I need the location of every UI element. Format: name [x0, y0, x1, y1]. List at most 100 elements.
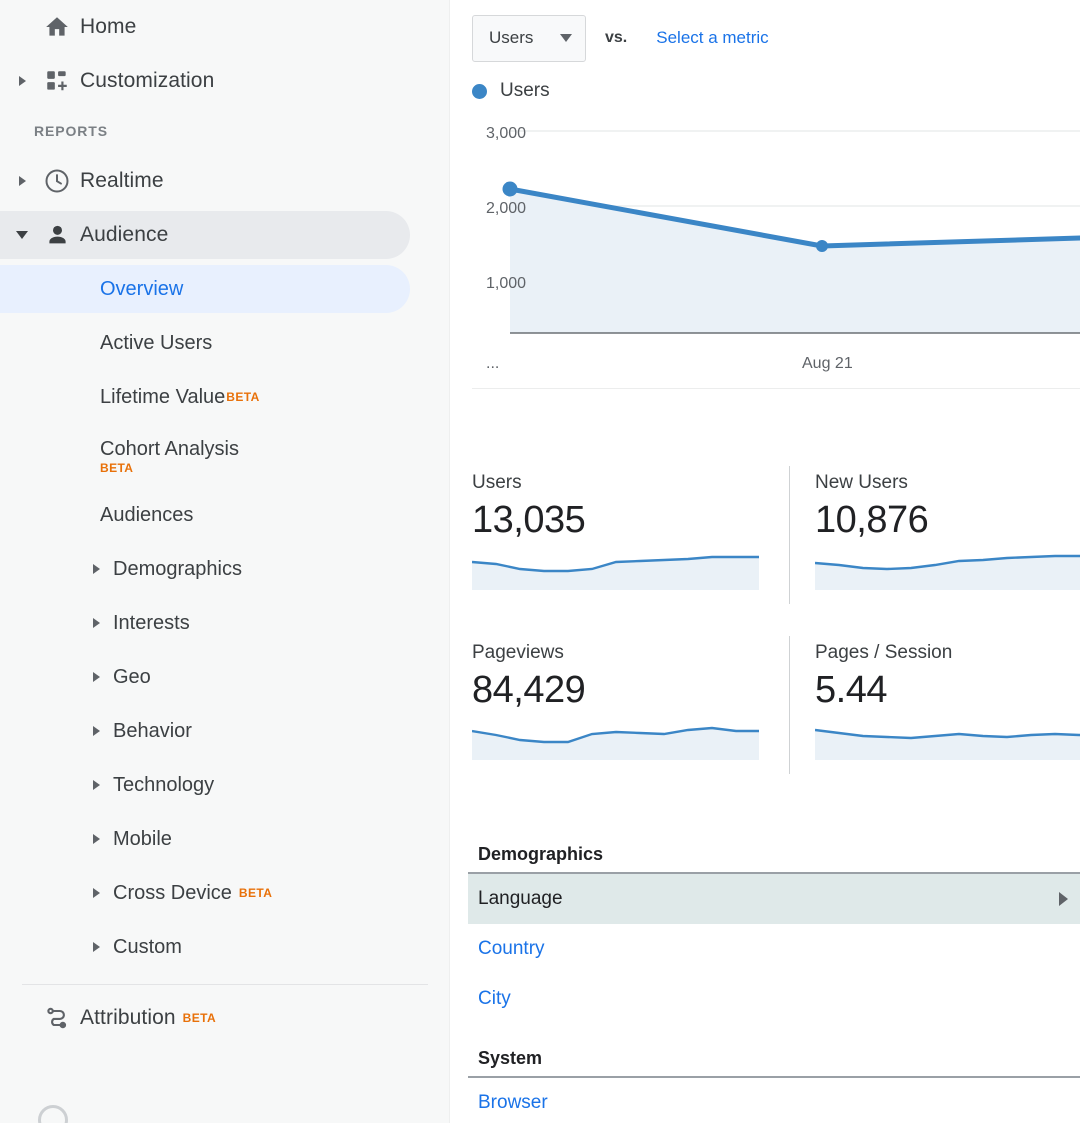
- table-row-browser[interactable]: Browser: [468, 1078, 1080, 1123]
- metric-card-users[interactable]: Users 13,035: [472, 458, 789, 628]
- legend-label-users: Users: [500, 80, 550, 101]
- users-line-chart[interactable]: 3,000 2,000 1,000 ... Aug 21: [472, 111, 1080, 426]
- clock-icon: [34, 167, 80, 195]
- sidebar-item-cohort-analysis[interactable]: Cohort Analysis BETA: [0, 424, 450, 488]
- beta-badge: BETA: [182, 1011, 217, 1025]
- sparkline-pageviews: [472, 726, 759, 760]
- analytics-app: Home Customization REPORTS Realtime Audi…: [0, 0, 1080, 1123]
- sidebar-item-technology[interactable]: Technology: [0, 758, 450, 812]
- table-row-label: City: [478, 988, 511, 1009]
- select-a-metric-link[interactable]: Select a metric: [656, 28, 768, 48]
- chevron-right-icon[interactable]: [93, 888, 100, 898]
- chevron-right-icon: [1059, 892, 1068, 906]
- y-axis-tick-2000: 2,000: [486, 200, 527, 217]
- sidebar-item-interests[interactable]: Interests: [0, 596, 450, 650]
- system-table: System Browser: [468, 1048, 1080, 1123]
- table-row-country[interactable]: Country: [468, 924, 1080, 974]
- sidebar-item-mobile[interactable]: Mobile: [0, 812, 450, 866]
- customization-icon: [34, 68, 80, 94]
- sidebar-item-realtime[interactable]: Realtime: [0, 154, 450, 208]
- metric-cards: Users 13,035 New Users 10,876 Pageviews …: [450, 458, 1080, 798]
- sidebar-item-behavior-label: Behavior: [113, 719, 192, 742]
- chevron-right-icon[interactable]: [93, 942, 100, 952]
- sidebar-item-audiences[interactable]: Audiences: [0, 488, 450, 542]
- sidebar-item-attribution-label: Attribution: [80, 1006, 176, 1029]
- sidebar-item-demographics[interactable]: Demographics: [0, 542, 450, 596]
- metric-card-title: Pageviews: [472, 642, 564, 663]
- sidebar-item-customization-label: Customization: [80, 69, 215, 92]
- sidebar-item-geo[interactable]: Geo: [0, 650, 450, 704]
- legend-color-dot: [472, 83, 487, 99]
- metric-dropdown[interactable]: Users: [472, 14, 586, 62]
- chevron-right-icon[interactable]: [93, 834, 100, 844]
- chevron-right-icon[interactable]: [93, 780, 100, 790]
- metric-card-value: 10,876: [815, 499, 929, 541]
- sidebar-item-mobile-label: Mobile: [113, 827, 172, 850]
- sidebar-item-custom[interactable]: Custom: [0, 920, 450, 974]
- sidebar-item-lifetime-value[interactable]: Lifetime Value BETA: [0, 370, 450, 424]
- beta-badge: BETA: [238, 886, 273, 900]
- sidebar-item-lifetime-value-label: Lifetime Value: [100, 385, 226, 408]
- sidebar-item-geo-label: Geo: [113, 665, 151, 688]
- sidebar-item-technology-label: Technology: [113, 773, 215, 796]
- metric-card-new-users[interactable]: New Users 10,876: [790, 458, 1080, 628]
- line-chart-svg: [502, 130, 1080, 334]
- chevron-right-icon[interactable]: [93, 618, 100, 628]
- dimension-tables: Demographics Language Country City Syste…: [450, 844, 1080, 1123]
- chevron-down-icon[interactable]: [10, 231, 34, 239]
- main-content: Users vs. Select a metric Users 3,000 2,…: [450, 0, 1080, 1123]
- sidebar-item-active-users-label: Active Users: [100, 331, 213, 354]
- metric-card-pageviews[interactable]: Pageviews 84,429: [472, 628, 789, 798]
- x-axis-tick-aug21: Aug 21: [802, 355, 853, 372]
- sidebar-item-audience-label: Audience: [80, 223, 169, 246]
- chevron-right-icon[interactable]: [10, 176, 34, 186]
- metric-card-pages-session[interactable]: Pages / Session 5.44: [790, 628, 1080, 798]
- table-row-label: Country: [478, 938, 545, 959]
- home-icon: [34, 14, 80, 40]
- metric-card-value: 5.44: [815, 669, 887, 711]
- sidebar-divider: [22, 984, 428, 985]
- metric-card-title: Pages / Session: [815, 642, 953, 663]
- table-heading-system: System: [478, 1048, 543, 1068]
- sidebar-item-home[interactable]: Home: [0, 0, 450, 54]
- table-row-label: Language: [478, 888, 563, 909]
- metric-card-value: 13,035: [472, 499, 586, 541]
- y-axis-tick-1000: 1,000: [486, 275, 527, 292]
- sidebar-item-cross-device-label: Cross Device: [113, 881, 232, 904]
- sparkline-pages-session: [815, 728, 1080, 760]
- sidebar-item-behavior[interactable]: Behavior: [0, 704, 450, 758]
- sidebar-item-customization[interactable]: Customization: [0, 54, 450, 108]
- sidebar-item-audiences-label: Audiences: [100, 503, 194, 526]
- y-axis-tick-3000: 3,000: [486, 125, 527, 142]
- sidebar-item-cross-device[interactable]: Cross Device BETA: [0, 866, 450, 920]
- sidebar-item-realtime-label: Realtime: [80, 169, 164, 192]
- table-row-language[interactable]: Language: [468, 874, 1080, 924]
- sparkline-users: [472, 555, 759, 590]
- sidebar-section-reports: REPORTS: [34, 123, 108, 139]
- chevron-right-icon[interactable]: [93, 564, 100, 574]
- sparkline-new-users: [815, 554, 1080, 590]
- table-heading-demographics: Demographics: [478, 844, 604, 864]
- metric-card-title: Users: [472, 472, 522, 493]
- sidebar-item-overview[interactable]: Overview: [0, 262, 450, 316]
- sidebar-item-home-label: Home: [80, 15, 137, 38]
- x-axis-tick-ellipsis: ...: [486, 355, 500, 372]
- x-axis: ... Aug 21: [472, 347, 1080, 389]
- metric-selector-bar: Users vs. Select a metric: [450, 0, 1080, 62]
- chevron-down-icon: [560, 34, 572, 42]
- attribution-icon: [34, 1004, 80, 1032]
- sidebar-item-active-users[interactable]: Active Users: [0, 316, 450, 370]
- sidebar-item-demographics-label: Demographics: [113, 557, 242, 580]
- sidebar-item-custom-label: Custom: [113, 935, 182, 958]
- metric-card-title: New Users: [815, 472, 908, 493]
- vs-label: vs.: [605, 29, 628, 46]
- chevron-right-icon[interactable]: [10, 76, 34, 86]
- chevron-right-icon[interactable]: [93, 726, 100, 736]
- table-row-city[interactable]: City: [468, 974, 1080, 1024]
- sidebar-item-audience[interactable]: Audience: [0, 208, 450, 262]
- metric-card-row: Pageviews 84,429 Pages / Session 5.44: [472, 628, 1080, 798]
- sidebar-item-overview-label: Overview: [100, 277, 184, 300]
- partial-bottom-icon: [38, 1105, 68, 1123]
- chevron-right-icon[interactable]: [93, 672, 100, 682]
- sidebar-item-attribution[interactable]: Attribution BETA: [0, 991, 450, 1045]
